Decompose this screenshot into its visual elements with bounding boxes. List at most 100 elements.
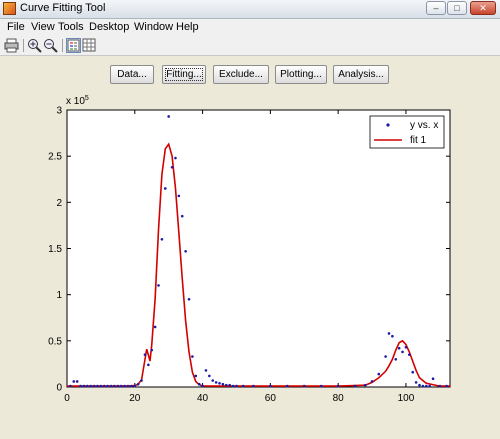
data-point [99,384,103,388]
data-point [123,384,126,388]
data-point [370,380,374,383]
data-point [319,384,323,388]
y-exponent-label: x 105 [66,95,89,107]
title-bar: Curve Fitting Tool – □ ✕ [0,0,500,19]
data-point [201,384,204,388]
data-point [153,325,157,329]
data-point [431,377,435,380]
data-point [150,348,154,352]
data-point [102,384,106,388]
data-point [174,156,177,160]
x-tick-label: 100 [398,393,415,404]
minimize-button[interactable]: – [426,1,446,15]
menu-desktop[interactable]: Desktop [89,21,129,33]
data-point [113,384,116,388]
data-point [286,384,289,388]
data-point [241,384,245,388]
data-point [184,249,187,253]
toolbar-separator [62,39,63,52]
data-point [397,346,401,350]
y-tick-label: 0 [56,383,62,394]
x-tick-label: 80 [333,393,345,404]
data-point [69,384,72,388]
data-point [133,384,137,388]
data-point [414,381,418,384]
data-point [197,382,201,386]
data-point [218,382,221,385]
data-point [394,358,398,361]
print-icon[interactable] [4,38,19,53]
y-tick-label: 2 [56,198,62,209]
x-tick-label: 0 [64,393,70,404]
data-point [143,353,147,356]
data-point [163,187,167,190]
legend-marker-data [386,123,390,127]
legend[interactable]: y vs. x fit 1 [369,115,445,149]
menu-window[interactable]: Window [134,21,173,33]
data-point [140,379,143,382]
curve-fit-plot: x 105 0 20 40 60 80 100 0 0.5 1 1.5 2 2.5 3 y vs. x … [48,95,451,404]
y-tick-label: 2.5 [48,152,62,163]
data-point [177,194,181,198]
data-point [269,384,272,388]
data-point [194,374,198,378]
data-point [92,384,96,388]
data-point [411,370,415,374]
menu-view[interactable]: View [31,21,55,33]
data-point [204,369,208,372]
menu-tools[interactable]: Tools [58,21,84,33]
maximize-button[interactable]: □ [447,1,467,15]
data-point [408,353,411,356]
y-tick-label: 3 [56,106,62,117]
data-point [445,384,448,388]
x-tick-label: 60 [265,393,277,404]
data-point [384,355,387,358]
data-point [424,384,428,388]
data-point [147,363,150,367]
data-point [167,115,170,118]
grid-icon[interactable] [82,38,97,53]
main-content: Data... Fitting... Exclude... Plotting..… [0,56,500,439]
data-point [180,214,184,218]
data-point [421,384,425,388]
zoom-in-icon[interactable] [27,38,42,53]
y-tick-label: 1 [56,290,62,301]
data-point [377,372,381,376]
x-tick-label: 20 [129,393,141,404]
data-point [109,384,113,388]
menu-help[interactable]: Help [176,21,199,33]
x-tick-label: 40 [197,393,209,404]
data-point [116,384,120,388]
data-point [191,355,194,358]
legend-label-data: y vs. x [410,120,438,131]
data-point [96,384,99,388]
data-point [75,380,79,383]
data-point [157,284,160,287]
close-button[interactable]: ✕ [470,1,496,15]
y-tick-label: 1.5 [48,244,62,255]
data-point [438,384,442,388]
data-point [130,384,133,388]
data-point [404,345,408,349]
data-point [119,384,123,388]
data-point [336,384,340,388]
data-point [170,165,174,169]
axes-box[interactable] [66,109,451,388]
data-point [387,332,391,335]
data-point [208,374,211,378]
menu-file[interactable]: File [7,21,25,33]
zoom-out-icon[interactable] [43,38,58,53]
legend-icon[interactable] [66,38,81,53]
data-point [211,379,215,382]
toolbar [0,36,500,56]
data-point [106,384,109,388]
menu-bar: File View Tools Desktop Window Help [0,19,500,36]
data-point [187,297,191,301]
y-exponent-base: x 10 [66,96,85,107]
data-point [428,384,431,388]
data-point [401,350,404,354]
data-point [353,384,357,388]
window-title: Curve Fitting Tool [20,2,106,14]
data-point [221,382,225,386]
data-point [214,381,218,384]
